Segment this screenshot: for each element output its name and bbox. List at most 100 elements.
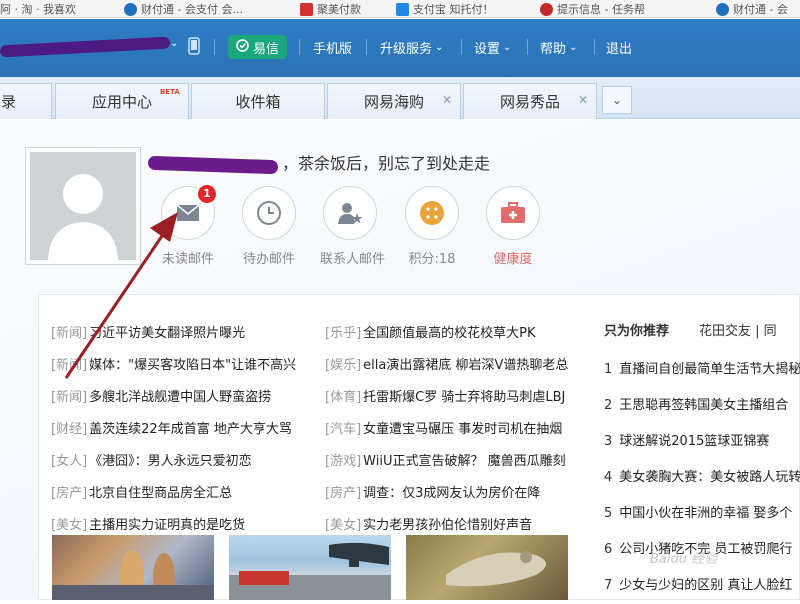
news-item[interactable]: [新闻] 多艘北洋战舰遭中国人野蛮盗捞 — [51, 386, 271, 405]
shortcut-label: 未读邮件 — [161, 252, 214, 267]
upgrade-service-menu[interactable]: 升级服务 ⌄ — [380, 38, 443, 57]
shortcut-label: 联系人邮件 — [320, 252, 386, 267]
settings-label: 设置 — [474, 42, 501, 57]
bookmark-item[interactable]: 阿 · 淘 · 我喜欢 — [0, 1, 76, 17]
bookmark-label: 支付宝 知托付！ — [413, 3, 494, 16]
news-title: 托雷斯爆C罗 骑士弃将助马刺虐LBJ — [363, 390, 566, 405]
bookmark-label: 提示信息 - 任务帮 — [557, 3, 645, 16]
news-category: [美女] — [51, 518, 88, 533]
bookmark-item[interactable]: 财付通 - 会 — [716, 1, 788, 17]
news-title: 媒体："爆买客攻陷日本"让谁不高兴 — [89, 358, 297, 373]
news-item[interactable]: [娱乐] ella演出露裙底 柳岩深V谱热聊老总 — [325, 354, 568, 373]
news-category: [娱乐] — [325, 358, 362, 373]
news-category: [游戏] — [325, 454, 362, 469]
tab-wangyi-haigou[interactable]: 网易海购 ✕ — [327, 83, 461, 119]
rank-number: 2 — [604, 398, 613, 413]
news-item[interactable]: [乐乎] 全国颜值最高的校花校草大PK — [325, 322, 536, 341]
news-title: WiiU正式宣告破解？ 魔兽西瓜雕刻 — [363, 454, 566, 469]
recommend-header: 只为你推荐 花田交友 | 同 — [604, 320, 777, 339]
greeting-text: ，茶余饭后，别忘了到处走走 — [282, 154, 491, 173]
news-item[interactable]: [女人] 《港囧》：男人永远只爱初恋 — [51, 450, 252, 469]
user-silhouette-icon — [48, 174, 118, 260]
mail-header: ⌄ 易信 手机版 升级服务 ⌄ 设置 ⌄ 帮助 ⌄ 退出 — [0, 19, 800, 77]
recommend-text: 美女袭胸大赛：美女被路人玩转 — [619, 470, 800, 485]
phone-icon[interactable] — [188, 37, 200, 55]
beta-badge: BETA — [160, 88, 180, 96]
news-title: 盖茨连续22年成首富 地产大亨大骂 — [89, 422, 292, 437]
news-thumbnail[interactable] — [406, 535, 568, 600]
contact-mail-shortcut[interactable]: 联系人邮件 — [320, 186, 386, 267]
help-menu[interactable]: 帮助 ⌄ — [540, 38, 577, 57]
health-shortcut[interactable]: 健康度 — [483, 186, 543, 267]
rank-number: 3 — [604, 434, 613, 449]
logout-link[interactable]: 退出 — [606, 38, 632, 57]
bookmark-label: 财付通 - 会支付 会... — [141, 3, 243, 16]
tab-bar: 录 应用中心 BETA 收件箱 网易海购 ✕ 网易秀品 ✕ — [0, 77, 800, 119]
yixin-button[interactable]: 易信 — [228, 35, 287, 59]
tab-wangyi-xiupin[interactable]: 网易秀品 ✕ — [463, 83, 597, 119]
news-title: 北京自住型商品房全汇总 — [89, 486, 233, 501]
news-title: 全国颜值最高的校花校草大PK — [363, 326, 536, 341]
bookmark-item[interactable]: 财付通 - 会支付 会... — [124, 1, 243, 17]
recommend-tag-link[interactable]: 花田交友 | 同 — [699, 324, 777, 339]
tab-label: 网易海购 — [363, 93, 424, 111]
redacted-account — [0, 36, 171, 58]
chevron-down-icon: ⌄ — [503, 42, 512, 53]
yixin-icon — [236, 38, 249, 56]
shortcut-label: 积分:18 — [408, 252, 456, 267]
bookmark-label: 阿 · 淘 · 我喜欢 — [0, 3, 76, 16]
news-item[interactable]: [美女] 主播用实力证明真的是吃货 — [51, 514, 245, 533]
news-item[interactable]: [财经] 盖茨连续22年成首富 地产大亨大骂 — [51, 418, 292, 437]
recommend-item[interactable]: 2 王思聪再签韩国美女主播组合 — [604, 394, 788, 413]
news-category: [汽车] — [325, 422, 362, 437]
tab-inbox[interactable]: 收件箱 — [191, 83, 325, 119]
more-tabs-button[interactable]: ⌄ — [602, 86, 632, 114]
news-item[interactable]: [新闻] 媒体："爆买客攻陷日本"让谁不高兴 — [51, 354, 296, 373]
todo-mail-shortcut[interactable]: 待办邮件 — [239, 186, 299, 267]
news-title: 实力老男孩孙伯伦惜别好声音 — [363, 518, 533, 533]
chevron-down-icon[interactable]: ⌄ — [170, 38, 178, 49]
mobile-version-link[interactable]: 手机版 — [313, 38, 352, 57]
shortcut-label: 健康度 — [493, 252, 533, 267]
close-icon[interactable]: ✕ — [442, 93, 452, 107]
recommend-item[interactable]: 4 美女袭胸大赛：美女被路人玩转 — [604, 466, 800, 485]
news-item[interactable]: [房产] 调查：仅3成网友认为房价在降 — [325, 482, 540, 501]
points-shortcut[interactable]: 积分:18 — [402, 186, 462, 267]
bookmark-item[interactable]: 提示信息 - 任务帮 — [540, 1, 645, 17]
coin-icon — [420, 201, 444, 225]
news-item[interactable]: [体育] 托雷斯爆C罗 骑士弃将助马刺虐LBJ — [325, 386, 565, 405]
recommend-item[interactable]: 7 少女与少妇的区别 真让人脸红 — [604, 574, 792, 593]
shortcut-label: 待办邮件 — [242, 252, 295, 267]
news-item[interactable]: [游戏] WiiU正式宣告破解？ 魔兽西瓜雕刻 — [325, 450, 566, 469]
news-title: 主播用实力证明真的是吃货 — [89, 518, 246, 533]
settings-menu[interactable]: 设置 ⌄ — [474, 38, 511, 57]
news-category: [新闻] — [51, 390, 88, 405]
watermark: Baidu 经验 — [650, 552, 718, 567]
unread-mail-shortcut[interactable]: 1 未读邮件 — [158, 185, 218, 267]
news-item[interactable]: [美女] 实力老男孩孙伯伦惜别好声音 — [325, 514, 532, 533]
recommend-text: 中国小伙在非洲的幸福 娶多个 — [619, 506, 793, 521]
recommend-item[interactable]: 3 球迷解说2015篮球亚锦赛 — [604, 430, 769, 449]
close-icon[interactable]: ✕ — [578, 93, 588, 107]
tab-home[interactable]: 录 — [0, 83, 52, 119]
avatar[interactable] — [25, 147, 141, 265]
tab-label: 录 — [1, 93, 17, 111]
bookmark-item[interactable]: 聚美付款 — [300, 1, 361, 17]
news-title: ella演出露裙底 柳岩深V谱热聊老总 — [363, 358, 569, 373]
envelope-icon — [176, 204, 200, 221]
rank-number: 5 — [604, 506, 613, 521]
recommend-item[interactable]: 1 直播间自创最简单生活节大揭秘 — [604, 358, 800, 377]
news-thumbnail[interactable] — [229, 535, 391, 600]
tab-app-center[interactable]: 应用中心 BETA — [55, 83, 189, 119]
news-category: [房产] — [325, 486, 362, 501]
news-item[interactable]: [新闻] 习近平访美女翻译照片曝光 — [51, 322, 245, 341]
news-thumbnail[interactable] — [52, 535, 214, 601]
news-item[interactable]: [汽车] 女童遭宝马碾压 事发时司机在抽烟 — [325, 418, 562, 437]
news-title: 《港囧》：男人永远只爱初恋 — [89, 454, 252, 469]
contact-star-icon — [338, 203, 363, 224]
recommend-item[interactable]: 5 中国小伙在非洲的幸福 娶多个 — [604, 502, 792, 521]
greeting: ，茶余饭后，别忘了到处走走 — [147, 150, 491, 174]
upgrade-label: 升级服务 — [380, 42, 433, 57]
bookmark-item[interactable]: 支付宝 知托付！ — [396, 1, 494, 17]
news-item[interactable]: [房产] 北京自住型商品房全汇总 — [51, 482, 232, 501]
